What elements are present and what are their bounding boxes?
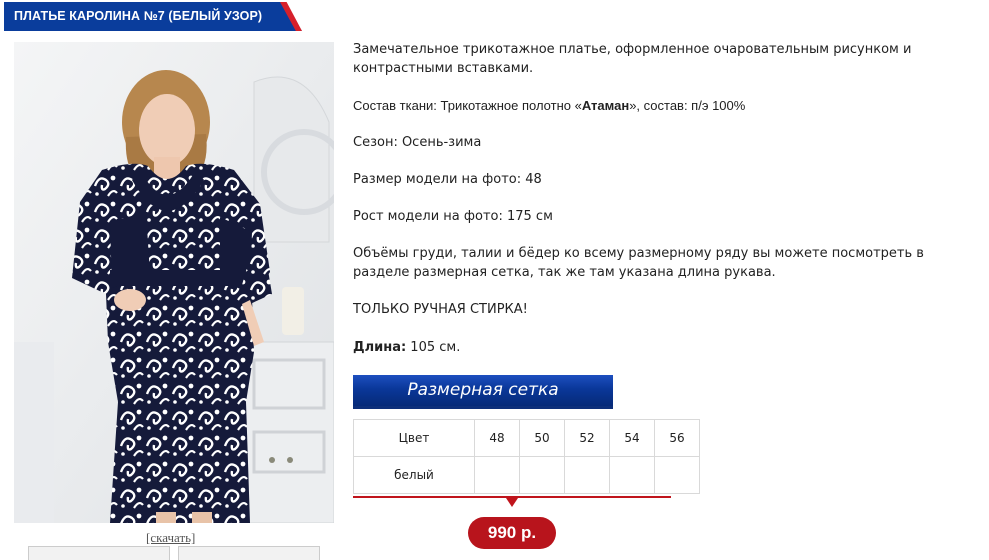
size-header-cell: 48 [474, 419, 520, 457]
fabric-label: Состав ткани: [353, 98, 441, 113]
availability-cell[interactable] [609, 456, 655, 494]
model-size-line: Размер модели на фото: 48 [353, 172, 542, 187]
thumbnail-1[interactable] [28, 546, 170, 560]
measurements-note: Объёмы груди, талии и бёдер ко всему раз… [353, 246, 924, 280]
table-row: белый [353, 456, 700, 494]
size-table-header-color: Цвет [353, 419, 475, 457]
size-header-cell: 54 [609, 419, 655, 457]
thumbnail-2[interactable] [178, 546, 320, 560]
wash-note: ТОЛЬКО РУЧНАЯ СТИРКА! [353, 302, 528, 317]
size-table: Цвет 48 50 52 54 56 белый [353, 419, 700, 494]
product-photo-illustration [14, 42, 334, 523]
color-name-cell: белый [353, 456, 475, 494]
fabric-brand: Атаман [581, 98, 630, 113]
length-line: Длина: 105 см. [353, 338, 460, 357]
size-header-cell: 50 [519, 419, 565, 457]
size-table-header-row: Цвет 48 50 52 54 56 [353, 419, 700, 457]
length-label: Длина: [353, 340, 407, 355]
price-badge: 990 р. [468, 517, 556, 549]
description-intro: Замечательное трикотажное платье, оформл… [353, 42, 912, 76]
price-pointer [506, 498, 518, 507]
product-photo[interactable] [14, 42, 334, 523]
availability-cell[interactable] [519, 456, 565, 494]
length-value: 105 см. [406, 340, 461, 355]
download-link[interactable]: [скачать] [146, 530, 195, 546]
fabric-post: », состав: п/э 100% [629, 98, 746, 113]
size-header-cell: 56 [654, 419, 700, 457]
size-chart-button[interactable]: Размерная сетка [353, 375, 613, 409]
availability-cell[interactable] [474, 456, 520, 494]
availability-cell[interactable] [654, 456, 700, 494]
fabric-line: Состав ткани: Трикотажное полотно «Атама… [353, 96, 745, 116]
product-title-bar: ПЛАТЬЕ КАРОЛИНА №7 (БЕЛЫЙ УЗОР) [4, 2, 302, 31]
size-header-cell: 52 [564, 419, 610, 457]
product-title: ПЛАТЬЕ КАРОЛИНА №7 (БЕЛЫЙ УЗОР) [14, 9, 263, 23]
availability-cell[interactable] [564, 456, 610, 494]
season-line: Сезон: Осень-зима [353, 135, 482, 150]
model-height-line: Рост модели на фото: 175 см [353, 209, 553, 224]
fabric-pre: Трикотажное полотно « [440, 98, 582, 113]
